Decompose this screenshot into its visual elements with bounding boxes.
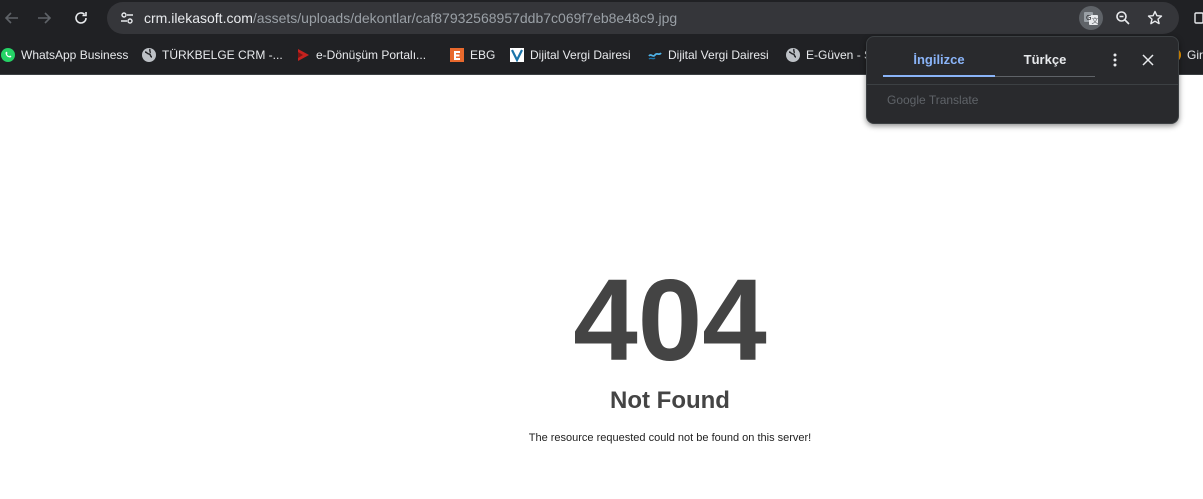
url-text[interactable]: crm.ilekasoft.com/assets/uploads/dekontl…	[144, 2, 677, 34]
bookmark-label: Gir	[1187, 48, 1203, 62]
reload-button[interactable]	[69, 6, 93, 30]
bookmark-dijital-vergi-dairesi-2[interactable]: Dijital Vergi Dairesi	[647, 44, 769, 66]
zoom-icon	[1116, 11, 1130, 25]
back-button[interactable]	[0, 6, 24, 30]
error-code: 404	[573, 255, 767, 385]
translate-popup: İngilizce Türkçe Google Translate	[866, 36, 1179, 124]
star-icon	[1147, 10, 1163, 25]
error-title: Not Found	[610, 387, 730, 414]
globe-icon	[141, 47, 157, 63]
bookmark-label: WhatsApp Business	[21, 48, 129, 62]
site-info-button[interactable]	[115, 6, 139, 30]
back-arrow-icon	[4, 12, 18, 24]
globe-icon	[785, 47, 801, 63]
bookmark-dijital-vergi-dairesi-1[interactable]: Dijital Vergi Dairesi	[509, 44, 631, 66]
forward-arrow-icon	[38, 12, 52, 24]
bookmark-e-donusum-portali[interactable]: e-Dönüşüm Portalı...	[295, 44, 426, 66]
reload-icon	[75, 12, 87, 24]
more-vert-icon	[1113, 53, 1117, 67]
bookmark-whatsapp-business[interactable]: WhatsApp Business	[0, 44, 128, 66]
popup-divider	[867, 84, 1178, 85]
bookmark-ebg[interactable]: EBG	[449, 44, 495, 66]
whatsapp-icon	[0, 47, 16, 63]
bookmark-label: Dijital Vergi Dairesi	[668, 48, 769, 62]
play-icon	[295, 47, 311, 63]
gib-logo-icon	[509, 47, 525, 63]
bookmark-label: EBG	[470, 48, 496, 62]
error-message: The resource requested could not be foun…	[528, 432, 812, 444]
translate-close-button[interactable]	[1138, 50, 1158, 70]
bookmark-label: TÜRKBELGE CRM -...	[162, 48, 283, 62]
extensions-button[interactable]	[1192, 6, 1203, 30]
google-translate-brand: Google Translate	[887, 93, 979, 107]
bookmark-turkbelge-crm[interactable]: TÜRKBELGE CRM -...	[141, 44, 283, 66]
translate-button[interactable]: G 文	[1079, 6, 1103, 30]
bookmark-label: e-Dönüşüm Portalı...	[316, 48, 427, 62]
zoom-button[interactable]	[1111, 6, 1135, 30]
puzzle-icon	[1194, 12, 1203, 24]
gib-logo-icon	[647, 47, 663, 63]
svg-text:文: 文	[1092, 16, 1099, 25]
bookmark-star-button[interactable]	[1143, 6, 1167, 30]
tab-source-language[interactable]: İngilizce	[883, 49, 995, 77]
url-path: /assets/uploads/dekontlar/caf87932568957…	[252, 10, 678, 26]
bookmark-label: E-Güven - S	[806, 48, 873, 62]
tune-icon	[121, 12, 133, 24]
url-host: crm.ilekasoft.com	[144, 10, 253, 26]
address-bar[interactable]: crm.ilekasoft.com/assets/uploads/dekontl…	[107, 2, 1179, 34]
tab-target-language[interactable]: Türkçe	[995, 49, 1095, 77]
bookmark-e-guven[interactable]: E-Güven - S	[785, 44, 872, 66]
close-icon	[1142, 54, 1154, 66]
translate-options-button[interactable]	[1105, 50, 1125, 70]
browser-toolbar: crm.ilekasoft.com/assets/uploads/dekontl…	[0, 0, 1203, 36]
bookmark-label: Dijital Vergi Dairesi	[530, 48, 631, 62]
ebg-logo-icon	[449, 47, 465, 63]
forward-button[interactable]	[32, 6, 56, 30]
translate-icon: G 文	[1084, 12, 1099, 25]
